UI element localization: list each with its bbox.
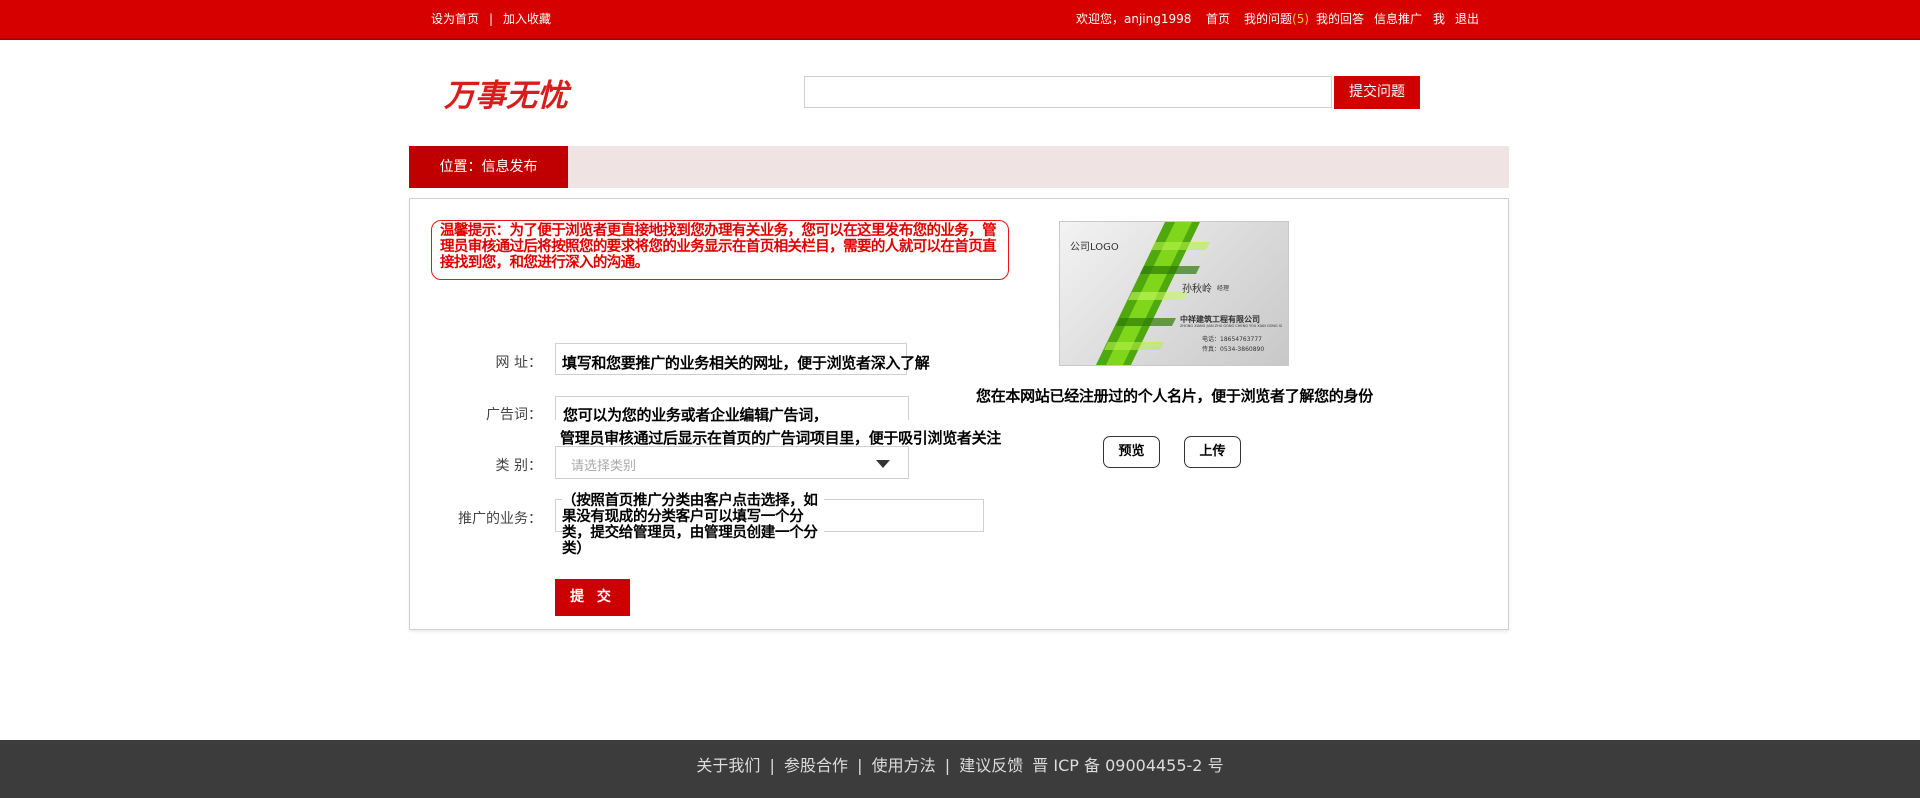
topbar-separator: |	[489, 12, 494, 26]
url-hint: 填写和您要推广的业务相关的网址，便于浏览者深入了解	[562, 354, 930, 372]
me-link[interactable]: 我	[1433, 12, 1445, 26]
my-questions-label: 我的问题	[1244, 12, 1293, 26]
footer-usage-link[interactable]: 使用方法	[872, 756, 936, 775]
location-label: 位置：信息发布	[409, 146, 568, 188]
footer-about-link[interactable]: 关于我们	[696, 756, 760, 775]
tip-box: 温馨提示：为了便于浏览者更直接地找到您办理有关业务，您可以在这里发布您的业务，管…	[431, 220, 1009, 280]
location-bar	[409, 146, 1509, 188]
search-input[interactable]	[804, 76, 1332, 108]
set-home-link[interactable]: 设为首页	[431, 12, 479, 26]
card-phone: 电话：18654763777	[1202, 336, 1262, 343]
footer-cooperation-link[interactable]: 参股合作	[784, 756, 848, 775]
card-fax: 传真：0534-3860890	[1202, 346, 1265, 353]
ad-label: 广告词：	[486, 407, 542, 423]
footer-separator: |	[857, 756, 863, 775]
site-logo[interactable]: 万事无忧	[444, 70, 568, 115]
business-label: 推广的业务：	[458, 511, 542, 527]
preview-button[interactable]: 预览	[1103, 436, 1160, 468]
footer: 关于我们 | 参股合作 | 使用方法 | 建议反馈 晋 ICP 备 090044…	[0, 740, 1920, 798]
business-card-image: 公司LOGO 孙秋岭 经理 中祥建筑工程有限公司 ZHONG XIANG JIA…	[1059, 221, 1289, 366]
category-select[interactable]: 请选择类别	[555, 446, 909, 479]
ask-question-button[interactable]: 提交问题	[1334, 76, 1420, 109]
chevron-down-icon	[876, 460, 890, 468]
logout-link[interactable]: 退出	[1455, 12, 1479, 26]
card-name: 孙秋岭	[1182, 284, 1212, 295]
upload-button[interactable]: 上传	[1184, 436, 1241, 468]
ad-hint-line-2: 管理员审核通过后显示在首页的广告词项目里，便于吸引浏览者关注	[560, 429, 1002, 447]
my-answers-link[interactable]: 我的回答	[1316, 12, 1364, 26]
my-questions-link[interactable]: 我的问题(5)	[1244, 12, 1309, 26]
submit-button[interactable]: 提 交	[555, 579, 630, 616]
footer-icp-text: 晋 ICP 备 09004455-2 号	[1032, 756, 1224, 775]
ad-hint-line-1: 您可以为您的业务或者企业编辑广告词，	[563, 406, 828, 424]
home-link[interactable]: 首页	[1206, 12, 1230, 26]
footer-links: 关于我们 | 参股合作 | 使用方法 | 建议反馈 晋 ICP 备 090044…	[0, 740, 1920, 792]
top-bar: 设为首页 | 加入收藏 欢迎您，anjing1998 首页 我的问题(5) 我的…	[0, 0, 1920, 40]
card-title: 经理	[1217, 285, 1230, 292]
category-label: 类 别：	[495, 458, 542, 474]
footer-feedback-link[interactable]: 建议反馈	[959, 756, 1023, 775]
card-logo-text: 公司LOGO	[1070, 242, 1119, 253]
category-placeholder: 请选择类别	[571, 459, 637, 474]
my-questions-count: (5)	[1292, 12, 1310, 26]
info-promo-link[interactable]: 信息推广	[1374, 12, 1422, 26]
tip-text: 温馨提示：为了便于浏览者更直接地找到您办理有关业务，您可以在这里发布您的业务，管…	[440, 222, 997, 271]
footer-separator: |	[769, 756, 775, 775]
add-favorite-link[interactable]: 加入收藏	[503, 12, 551, 26]
welcome-text: 欢迎您，anjing1998	[1076, 12, 1192, 26]
footer-separator: |	[944, 756, 951, 775]
card-company-pinyin: ZHONG XIANG JIAN ZHU GONG CHENG YOU XIAN…	[1180, 324, 1283, 328]
card-hint: 您在本网站已经注册过的个人名片，便于浏览者了解您的身份	[976, 387, 1373, 405]
business-hint: （按照首页推广分类由客户点击选择，如果没有现成的分类客户可以填写一个分类，提交给…	[562, 493, 824, 557]
url-label: 网 址：	[495, 355, 542, 371]
